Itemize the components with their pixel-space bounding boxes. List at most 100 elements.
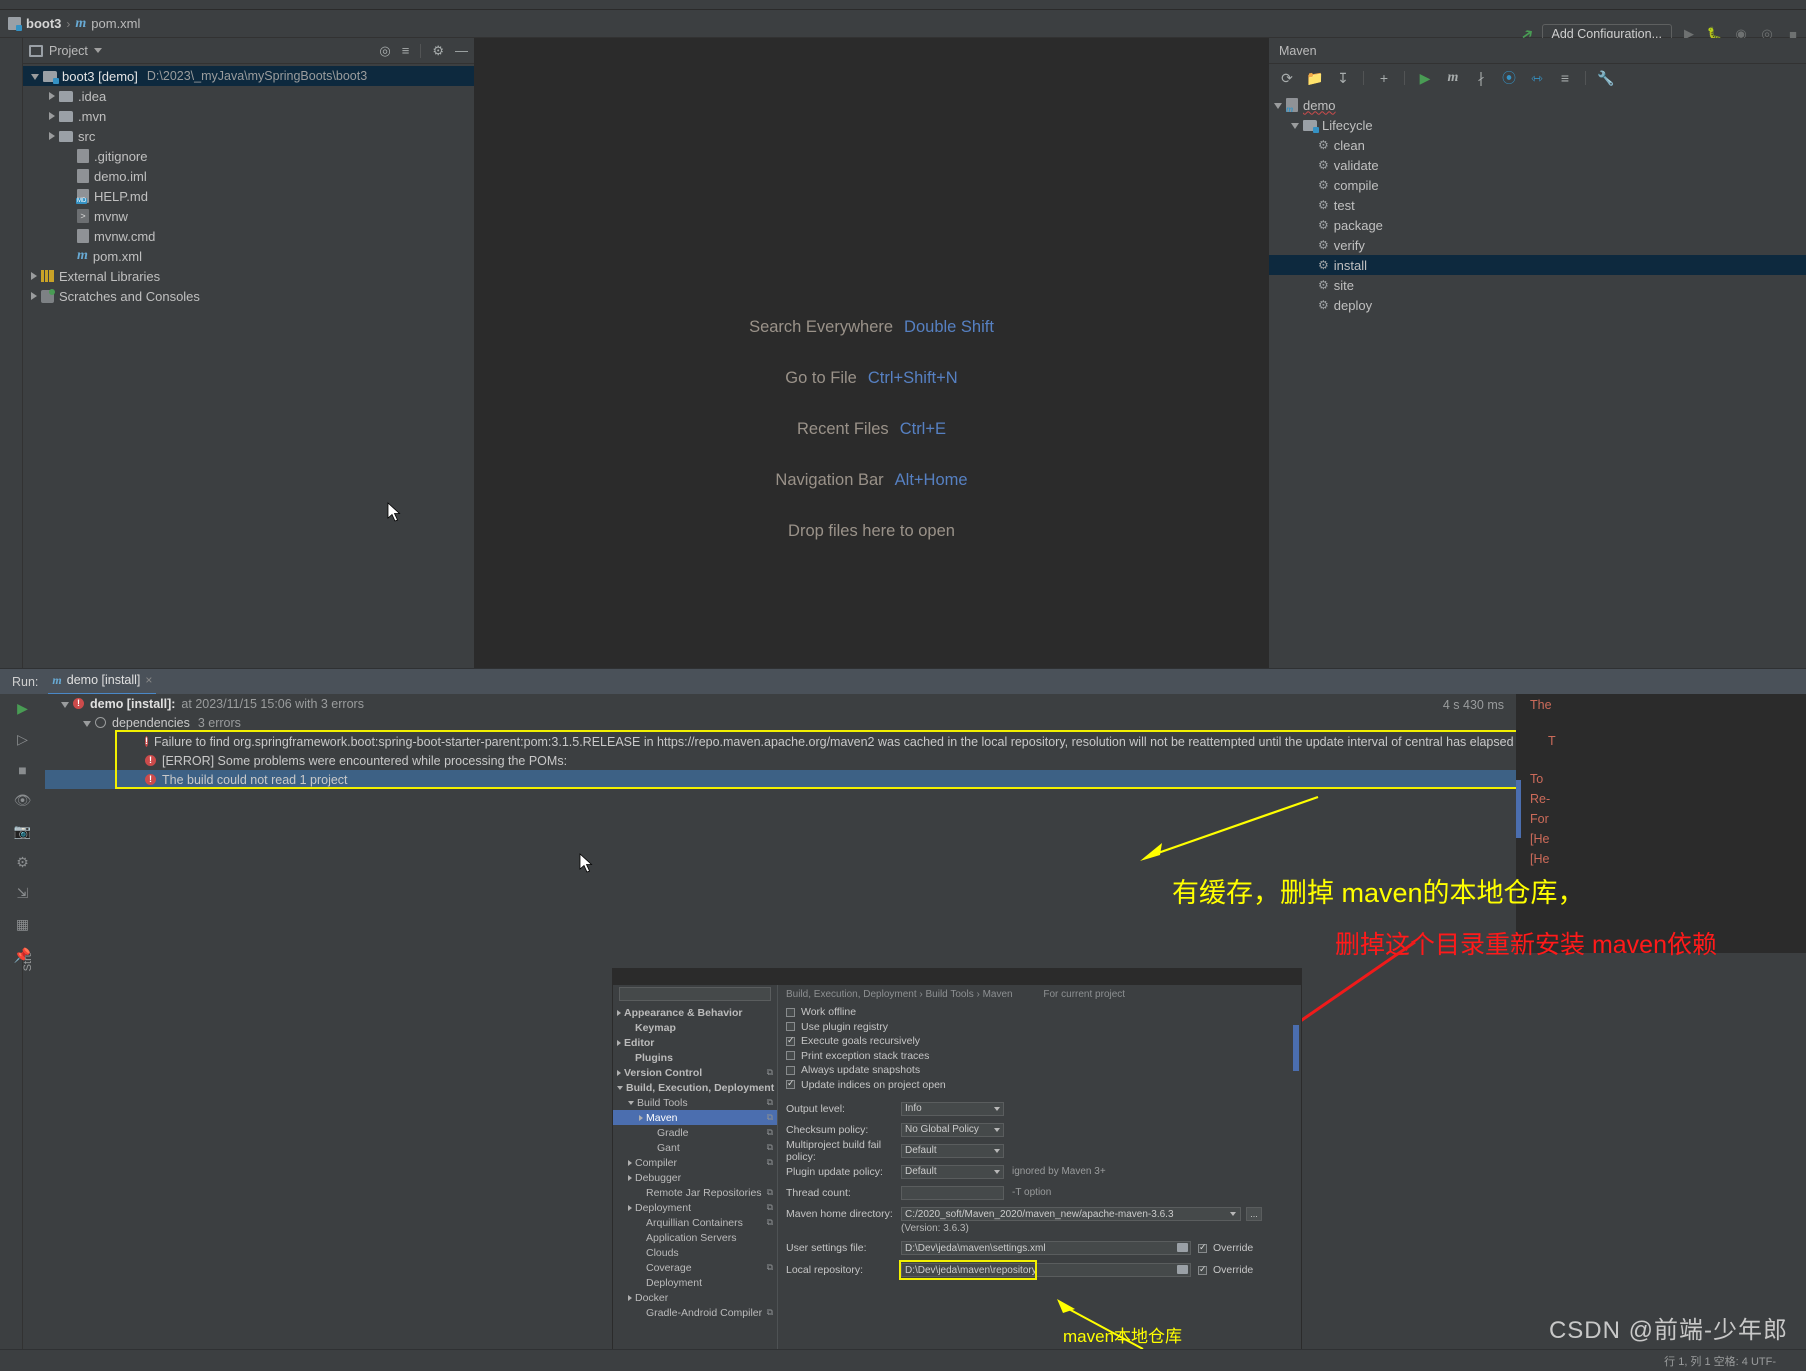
settings-field-row[interactable]: Output level: Info <box>786 1098 1291 1119</box>
project-tree-row[interactable]: .mvn <box>23 106 474 126</box>
copy-settings-icon[interactable]: ⧉ <box>767 1067 773 1078</box>
expand-arrow-icon[interactable] <box>31 292 37 300</box>
close-icon[interactable]: × <box>145 673 152 687</box>
folder-browse-icon[interactable] <box>1177 1265 1188 1274</box>
run-console[interactable]: The T To Re- For [He [He <box>1516 694 1806 953</box>
expand-arrow-icon[interactable] <box>1291 123 1299 129</box>
settings-category-row[interactable]: Debugger <box>613 1170 777 1185</box>
settings-category-row[interactable]: Application Servers <box>613 1230 777 1245</box>
expand-arrow-icon[interactable] <box>617 1039 621 1046</box>
collapse-all-icon[interactable]: ≡ <box>402 43 410 58</box>
settings-search-input[interactable] <box>619 987 771 1001</box>
checkbox-icon[interactable] <box>786 1035 795 1046</box>
project-tree-row[interactable]: .gitignore <box>23 146 474 166</box>
chevron-down-icon[interactable] <box>994 1169 1000 1174</box>
settings-category-row[interactable]: Clouds <box>613 1245 777 1260</box>
chevron-down-icon[interactable] <box>994 1148 1000 1153</box>
copy-settings-icon[interactable]: ⧉ <box>767 1262 773 1273</box>
expand-arrow-icon[interactable] <box>617 1009 621 1016</box>
folder-browse-icon[interactable] <box>1177 1243 1188 1252</box>
local-repository-row[interactable]: Local repository: D:\Dev\jeda\maven\repo… <box>786 1259 1291 1281</box>
settings-category-tree[interactable]: Appearance & Behavior Keymap Editor Plugins… <box>613 1005 777 1320</box>
settings-category-row[interactable]: Gant ⧉ <box>613 1140 777 1155</box>
expand-arrow-icon[interactable] <box>628 1174 632 1181</box>
chevron-down-icon[interactable] <box>994 1127 1000 1132</box>
settings-category-row[interactable]: Arquillian Containers ⧉ <box>613 1215 777 1230</box>
expand-arrow-icon[interactable] <box>617 1069 621 1076</box>
rerun-icon[interactable]: ▶ <box>17 700 28 717</box>
checkbox-icon[interactable] <box>786 1078 795 1090</box>
settings-category-row[interactable]: Gradle ⧉ <box>613 1125 777 1140</box>
maven-tree-row[interactable]: ⚙ deploy <box>1269 295 1806 315</box>
settings-checkbox-row[interactable]: Execute goals recursively <box>786 1034 1291 1049</box>
settings-category-row[interactable]: Gradle-Android Compiler ⧉ <box>613 1305 777 1320</box>
expand-arrow-icon[interactable] <box>49 92 55 100</box>
settings-category-row[interactable]: Maven ⧉ <box>613 1110 777 1125</box>
reload-icon[interactable]: ⟳ <box>1279 70 1295 86</box>
settings-category-row[interactable]: Plugins <box>613 1050 777 1065</box>
settings-checkbox-list[interactable]: Work offlineUse plugin registry Execute g… <box>786 1005 1291 1092</box>
expand-arrow-icon[interactable] <box>628 1100 634 1105</box>
settings-category-row[interactable]: Docker <box>613 1290 777 1305</box>
settings-category-row[interactable]: Version Control ⧉ <box>613 1065 777 1080</box>
stop-icon[interactable]: ■ <box>18 762 26 778</box>
settings-checkbox-row[interactable]: Always update snapshots <box>786 1063 1291 1078</box>
local-repository-override[interactable]: Override <box>1198 1264 1253 1276</box>
layout-icon[interactable]: ▦ <box>16 916 29 933</box>
execute-icon[interactable]: ⦿ <box>1501 70 1517 86</box>
settings-field-row[interactable]: Multiproject build fail policy: Default <box>786 1139 1291 1163</box>
expand-arrow-icon[interactable] <box>628 1159 632 1166</box>
copy-settings-icon[interactable]: ⧉ <box>767 1202 773 1213</box>
settings-category-row[interactable]: Build Tools ⧉ <box>613 1095 777 1110</box>
expand-arrow-icon[interactable] <box>628 1204 632 1211</box>
project-tree-row[interactable]: mvnw.cmd <box>23 226 474 246</box>
copy-settings-icon[interactable]: ⧉ <box>767 1142 773 1153</box>
maven-tree-row[interactable]: Lifecycle <box>1269 115 1806 135</box>
settings-category-row[interactable]: Deployment ⧉ <box>613 1200 777 1215</box>
maven-goal-icon[interactable]: m <box>1445 70 1461 86</box>
collapse-arrow-icon[interactable] <box>83 720 91 727</box>
project-panel-title-group[interactable]: Project <box>29 44 102 58</box>
chevron-down-icon[interactable] <box>1230 1212 1236 1216</box>
settings-checkbox-row[interactable]: Work offline <box>786 1005 1291 1020</box>
copy-settings-icon[interactable]: ⧉ <box>767 1307 773 1318</box>
project-tree-row[interactable]: HELP.md <box>23 186 474 206</box>
wrench-icon[interactable]: 🔧 <box>1597 70 1614 86</box>
copy-settings-icon[interactable]: ⧉ <box>767 1112 773 1123</box>
expand-arrow-icon[interactable] <box>639 1114 643 1121</box>
settings-select[interactable]: Default <box>901 1143 1004 1158</box>
copy-settings-icon[interactable]: ⧉ <box>767 1217 773 1228</box>
copy-settings-icon[interactable]: ⧉ <box>767 1157 773 1168</box>
expand-arrow-icon[interactable] <box>31 74 39 80</box>
project-tree-row[interactable]: Scratches and Consoles <box>23 286 474 306</box>
settings-scrollbar[interactable] <box>1293 1005 1299 1345</box>
expand-arrow-icon[interactable] <box>1274 103 1282 109</box>
expand-arrow-icon[interactable] <box>49 112 55 120</box>
settings-category-row[interactable]: Deployment <box>613 1275 777 1290</box>
expand-icon[interactable]: ⇿ <box>1529 70 1545 86</box>
checkbox-icon[interactable] <box>786 1022 795 1032</box>
run-header-row[interactable]: ! demo [install]: at 2023/11/15 15:06 wi… <box>45 694 1516 713</box>
settings-category-row[interactable]: Coverage ⧉ <box>613 1260 777 1275</box>
editor-area[interactable]: Search Everywhere Double Shift Go to File C… <box>474 38 1269 668</box>
settings-category-row[interactable]: Appearance & Behavior <box>613 1005 777 1020</box>
settings-field-row[interactable]: Checksum policy: No Global Policy <box>786 1119 1291 1140</box>
expand-arrow-icon[interactable] <box>49 132 55 140</box>
screenshot-icon[interactable]: 📷 <box>14 823 31 840</box>
settings-checkbox-row[interactable]: Use plugin registry <box>786 1020 1291 1035</box>
hide-icon[interactable]: — <box>455 43 468 58</box>
expand-arrow-icon[interactable] <box>628 1294 632 1301</box>
settings-checkbox-row[interactable]: Update indices on project open <box>786 1078 1291 1093</box>
expand-arrow-icon[interactable] <box>31 272 37 280</box>
project-tree-row[interactable]: > mvnw <box>23 206 474 226</box>
settings-icon[interactable]: ⚙ <box>16 854 29 871</box>
copy-settings-icon[interactable]: ⧉ <box>767 1187 773 1198</box>
checkbox-icon[interactable] <box>786 1065 795 1075</box>
project-tree-row[interactable]: External Libraries <box>23 266 474 286</box>
rerun-failed-icon[interactable]: ▷ <box>17 731 28 748</box>
settings-select[interactable]: No Global Policy <box>901 1122 1004 1137</box>
project-tree-row[interactable]: m pom.xml <box>23 246 474 266</box>
maven-home-browse-button[interactable]: ... <box>1246 1207 1262 1221</box>
settings-checkbox-row[interactable]: Print exception stack traces <box>786 1049 1291 1064</box>
add-icon[interactable]: + <box>1376 70 1392 86</box>
